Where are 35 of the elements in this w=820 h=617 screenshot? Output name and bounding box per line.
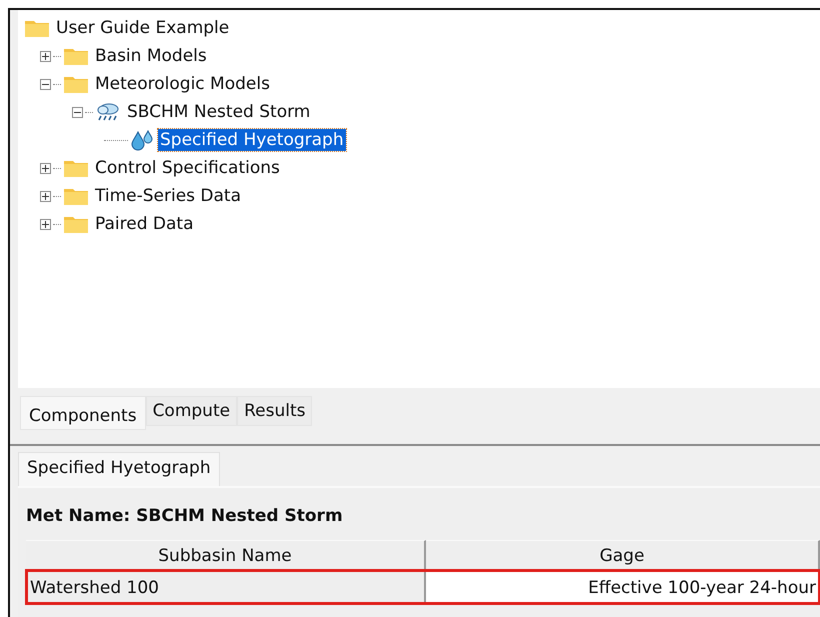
column-header: Gage — [426, 540, 820, 570]
expand-button[interactable] — [40, 162, 51, 174]
tree-item[interactable]: Specified Hyetograph — [158, 129, 346, 151]
tab[interactable]: Components — [20, 396, 146, 430]
plus-icon — [42, 164, 49, 172]
folder-icon — [63, 214, 89, 234]
folder-icon — [24, 18, 50, 38]
expand-button[interactable] — [40, 218, 51, 230]
plus-icon — [42, 192, 49, 200]
folder-icon — [63, 158, 89, 178]
tree-item[interactable]: User Guide Example — [54, 17, 232, 39]
tab[interactable]: Compute — [146, 396, 238, 426]
tree-item[interactable]: Paired Data — [93, 213, 196, 235]
rain-cloud-icon — [95, 101, 121, 123]
tree-item[interactable]: Meteorologic Models — [93, 73, 272, 95]
met-name-label: Met Name: SBCHM Nested Storm — [26, 506, 344, 526]
folder-icon — [63, 46, 89, 66]
table-cell: Effective 100-year 24-hour — [426, 572, 820, 604]
table-row[interactable]: Watershed 100 Effective 100-year 24-hour — [26, 570, 820, 604]
folder-icon — [63, 186, 89, 206]
tab[interactable]: Results — [237, 396, 312, 426]
column-header: Subbasin Name — [26, 540, 426, 570]
tree-item[interactable]: Basin Models — [93, 45, 209, 67]
collapse-button[interactable] — [72, 106, 83, 118]
tree-item[interactable]: Control Specifications — [93, 157, 282, 179]
tree-item[interactable]: Time-Series Data — [93, 185, 244, 207]
plus-icon — [42, 220, 49, 228]
water-drops-icon — [130, 129, 154, 151]
collapse-button[interactable] — [40, 78, 51, 90]
tab[interactable]: Specified Hyetograph — [18, 452, 220, 486]
folder-icon — [63, 74, 89, 94]
expand-button[interactable] — [40, 190, 51, 202]
tree-item[interactable]: SBCHM Nested Storm — [125, 101, 312, 123]
expand-button[interactable] — [40, 50, 51, 62]
plus-icon — [42, 52, 49, 60]
